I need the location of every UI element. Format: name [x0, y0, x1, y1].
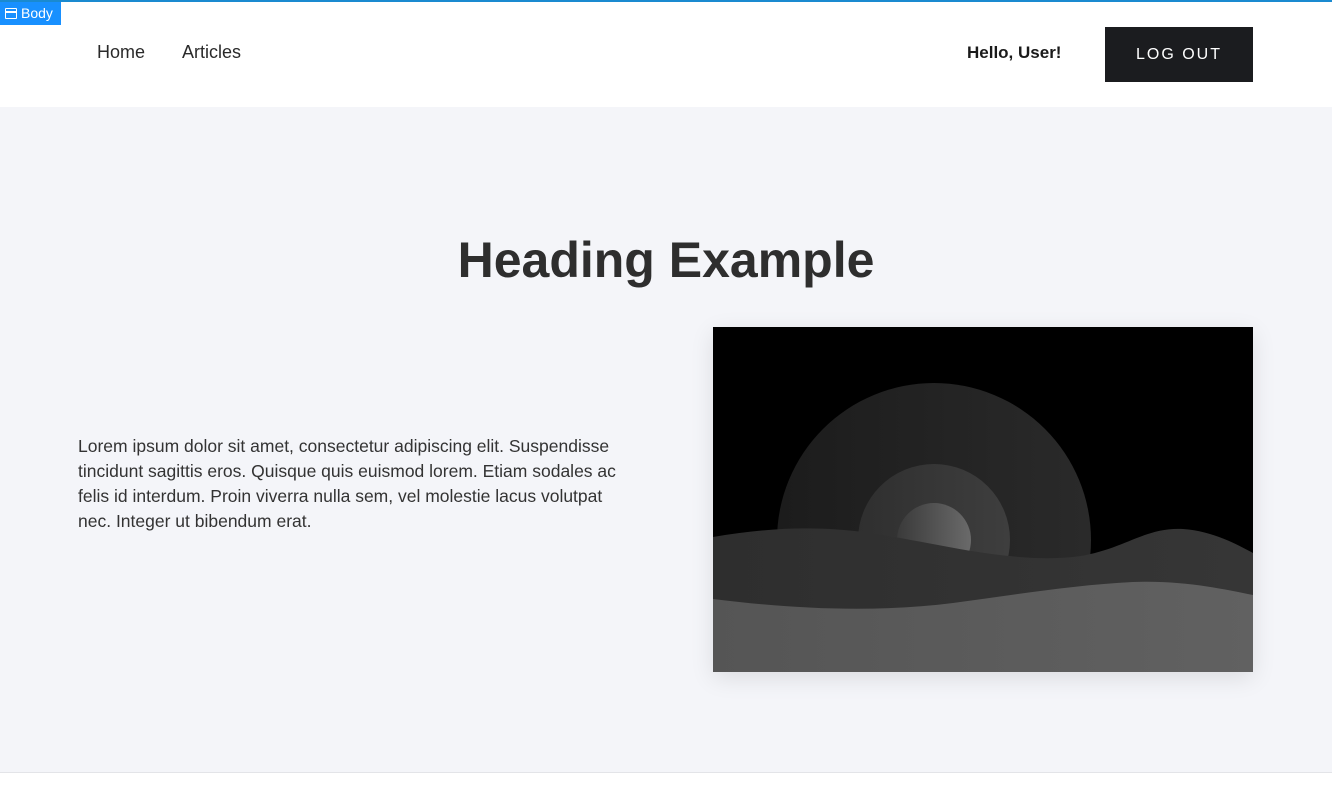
page-title: Heading Example — [457, 232, 875, 288]
window-icon — [5, 8, 17, 19]
footer-divider — [0, 772, 1332, 773]
nav-link-articles[interactable]: Articles — [182, 42, 241, 63]
hero-paragraph: Lorem ipsum dolor sit amet, consectetur … — [78, 436, 616, 531]
navbar: Home Articles Hello, User! LOG OUT — [0, 2, 1332, 107]
hero-section: Heading Example Lorem ipsum dolor sit am… — [0, 107, 1332, 772]
hero-image — [713, 327, 1253, 672]
landscape-placeholder-icon — [713, 327, 1253, 672]
element-tag-label: Body — [21, 5, 53, 21]
logout-button[interactable]: LOG OUT — [1105, 27, 1253, 82]
element-inspector-tag: Body — [0, 2, 61, 25]
user-greeting: Hello, User! — [967, 43, 1062, 62]
nav-link-home[interactable]: Home — [97, 42, 145, 63]
